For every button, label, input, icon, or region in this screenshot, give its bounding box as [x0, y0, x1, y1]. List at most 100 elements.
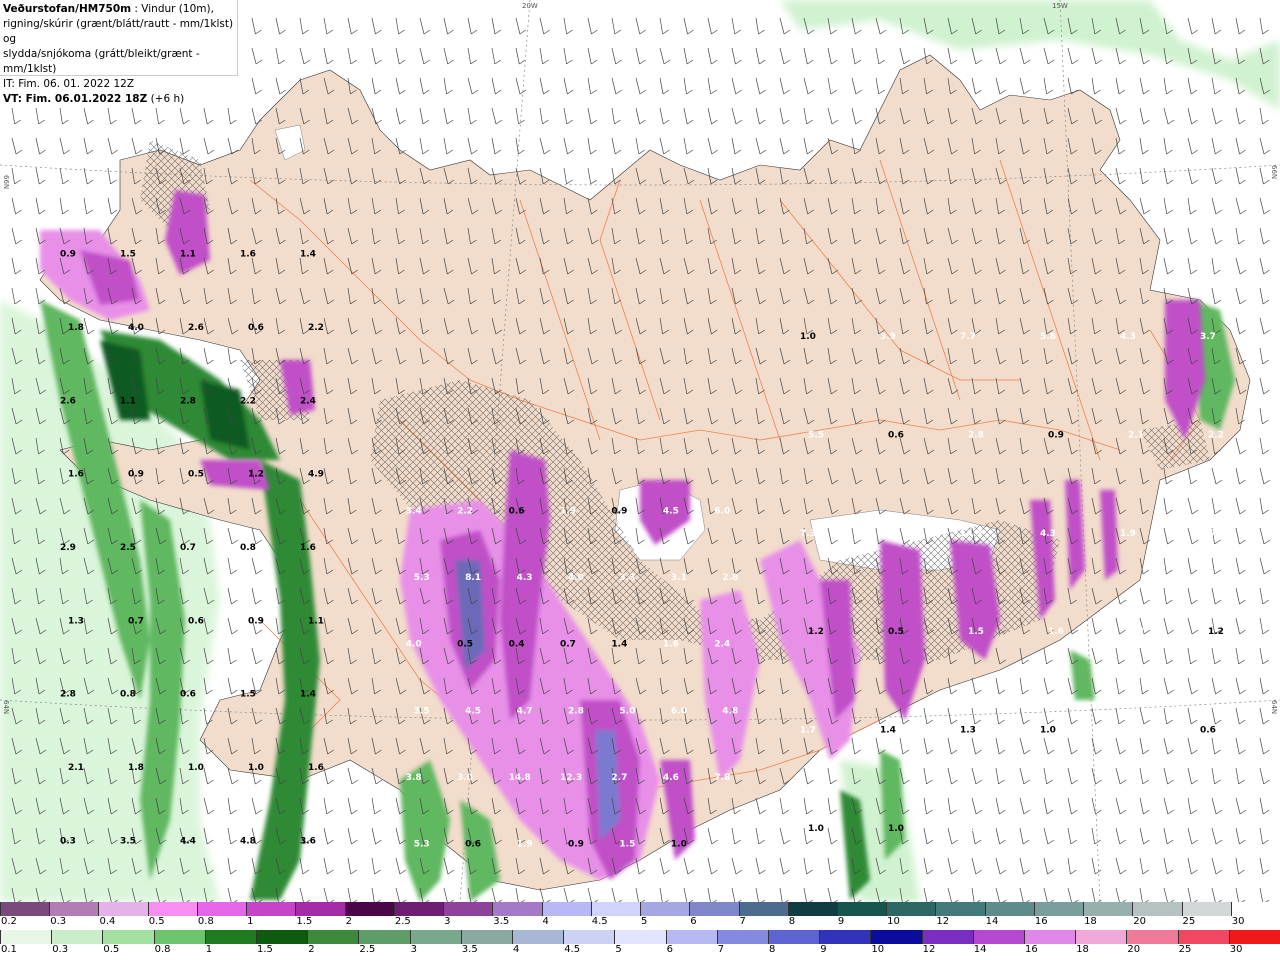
precip-value: 2.8	[968, 431, 984, 441]
precip-value: 5.3	[414, 573, 430, 583]
precip-value: 1.0	[888, 824, 904, 834]
precip-value: 1.9	[517, 840, 533, 850]
scale-label: 2	[345, 916, 352, 927]
scale-swatch	[409, 930, 461, 944]
precip-value: 0.6	[509, 506, 525, 516]
scale-swatch	[787, 902, 837, 916]
precip-value: 6.0	[671, 706, 687, 716]
scale-label: 1.5	[257, 944, 273, 955]
precip-value: 0.6	[888, 431, 904, 441]
title-line-1: Veðurstofan/HM750m : Vindur (10m),	[3, 2, 237, 17]
precip-value: 1.2	[1208, 627, 1224, 637]
scale-swatch	[836, 902, 887, 916]
scale-label: 0.3	[50, 916, 67, 927]
scale-swatch	[640, 902, 690, 916]
precip-value: 1.4	[880, 726, 896, 736]
precip-value: 14.3	[960, 529, 982, 539]
lat-66n-right-label: 66N	[1270, 165, 1278, 179]
scale-label: 18	[1076, 944, 1089, 955]
precip-value: 1.4	[611, 640, 627, 650]
scale-label: 16	[1025, 944, 1038, 955]
scale-label: 2	[308, 944, 315, 955]
precip-value: 1.7	[1200, 529, 1216, 539]
precip-value: 4.7	[517, 706, 533, 716]
precip-value: 0.9	[568, 840, 584, 850]
scale-swatch	[307, 930, 359, 944]
scale-label: 14	[985, 916, 999, 927]
precip-value: 4.3	[1040, 529, 1056, 539]
precip-value: 1.1	[180, 250, 196, 260]
scale-label: 5	[615, 944, 622, 955]
scale-swatch	[1024, 930, 1076, 944]
precip-value: 5.8	[1040, 332, 1056, 342]
precip-value: 2.8	[1128, 627, 1144, 637]
scale-label: 0.3	[52, 944, 69, 955]
precip-value: 0.6	[180, 690, 196, 700]
precip-value: 0.4	[509, 640, 525, 650]
scale-swatch	[590, 902, 641, 916]
precip-value: 3.5	[120, 836, 136, 846]
scale-label: 1	[205, 944, 213, 955]
precip-value: 8.1	[465, 573, 481, 583]
scale-label: 0.4	[99, 916, 116, 927]
precip-value: 1.5	[619, 840, 635, 850]
scale-label: 12	[936, 916, 950, 927]
precip-value: 0.9	[1048, 431, 1064, 441]
precip-value: 4.3	[1120, 332, 1136, 342]
lon-20w-label: 20W	[522, 2, 538, 10]
scale-swatch	[935, 902, 985, 916]
scale-swatch	[921, 930, 973, 944]
lat-64n-left-label: 64N	[2, 700, 10, 714]
lon-15w-label: 15W	[1052, 2, 1068, 10]
scale-label: 1.5	[296, 916, 313, 927]
precip-value: 2.2	[308, 323, 324, 333]
precip-value: 1.0	[248, 763, 264, 773]
scale-label: 0.8	[197, 916, 214, 927]
precip-value: 0.9	[128, 470, 144, 480]
precip-value: 1.1	[120, 396, 136, 406]
precip-value: 3.9	[880, 332, 896, 342]
precip-value: 2.2	[240, 396, 256, 406]
map-title-box: Veðurstofan/HM750m : Vindur (10m), rigni…	[0, 0, 238, 105]
scale-swatch	[689, 902, 739, 916]
precip-value: 0.5	[888, 627, 904, 637]
scale-swatch	[665, 930, 717, 944]
precip-value: 3.0	[457, 773, 473, 783]
precip-value: 1.2	[808, 627, 824, 637]
precip-value: 0.6	[465, 840, 481, 850]
precip-value: 1.2	[248, 470, 264, 480]
scale-label: 3	[410, 944, 417, 955]
precip-value: 14.8	[509, 773, 531, 783]
precip-value: 1.0	[188, 763, 204, 773]
scale-label: 2.5	[359, 944, 376, 955]
scale-swatch	[1177, 930, 1229, 944]
precip-value: 1.4	[300, 690, 316, 700]
precip-value: 4.0	[568, 573, 584, 583]
precip-value: 0.5	[188, 470, 204, 480]
scale-swatch	[738, 902, 788, 916]
scale-swatch	[1075, 930, 1127, 944]
precip-value: 6.0	[714, 506, 730, 516]
scale-swatch	[147, 902, 197, 916]
scale-swatch	[819, 930, 871, 944]
precip-value: 2.6	[60, 396, 76, 406]
precip-value: 1.5	[240, 690, 256, 700]
precip-value: 1.7	[1120, 726, 1136, 736]
precip-value: 2.8	[568, 706, 584, 716]
precip-value: 5.3	[414, 840, 430, 850]
scale-swatch	[1083, 902, 1133, 916]
scale-swatch	[460, 930, 513, 944]
scale-swatch	[0, 902, 50, 916]
precip-value: 2.1	[68, 763, 84, 773]
scale-label: 4.5	[564, 944, 581, 955]
rain-color-scale: 0.1 0.3 0.5 0.8 1 1.5 2 2.5 3 3.5 4 4.5 5 6 7 8 9 10 12 14 1…	[0, 930, 1280, 958]
precip-value: 1.7	[800, 726, 816, 736]
title-line-2: rigning/skúrir (grænt/blátt/rautt - mm/1…	[3, 18, 234, 45]
precip-value: 1.1	[308, 616, 324, 626]
precip-value: 1.6	[240, 250, 256, 260]
precip-value: 0.9	[60, 250, 76, 260]
scale-label: 9	[820, 944, 827, 955]
scale-swatch	[870, 930, 922, 944]
scale-label: 10	[871, 944, 885, 955]
scale-label: 18	[1084, 916, 1097, 927]
